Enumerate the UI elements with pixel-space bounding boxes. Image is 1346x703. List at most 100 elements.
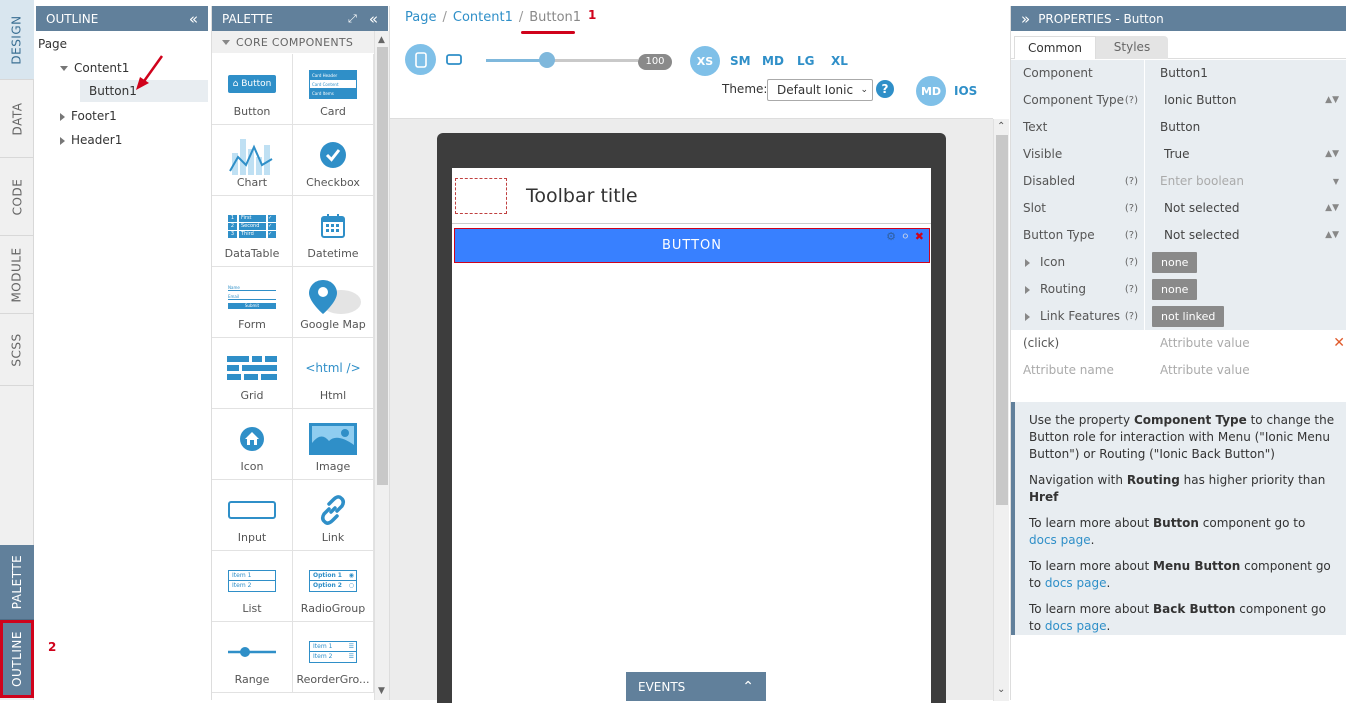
help-q-icon[interactable]: (?) [1125,249,1138,276]
collapse-caret-icon[interactable] [60,136,65,145]
tree-item-footer[interactable]: Footer1 [60,105,117,127]
help-q-icon[interactable]: (?) [1125,195,1138,222]
collapse-panel-icon[interactable]: « [189,10,198,28]
scroll-down-icon[interactable]: ⌄ [997,684,1005,695]
tab-outline[interactable]: OUTLINE [0,620,34,698]
breakpoint-sm[interactable]: SM [730,54,751,68]
palette-item-icon[interactable]: Icon [212,409,293,480]
breadcrumb-page[interactable]: Page [405,10,436,25]
palette-item-range[interactable]: Range [212,622,293,693]
tree-item-page[interactable]: Page [38,33,67,55]
palette-item-grid[interactable]: Grid [212,338,293,409]
palette-item-reordergroup[interactable]: Item 1 ☰ Item 2 ☰ ReorderGro... [293,622,374,693]
scroll-thumb[interactable] [377,47,388,485]
tab-module[interactable]: MODULE [0,236,34,314]
scroll-thumb[interactable] [996,135,1008,505]
docs-link[interactable]: docs page [1045,576,1107,590]
platform-md[interactable]: MD [916,76,946,106]
tree-item-content[interactable]: Content1 [60,57,129,79]
zoom-handle[interactable] [539,52,555,68]
prop-label[interactable]: Link Features (?) [1011,303,1144,330]
palette-item-html[interactable]: <html /> Html [293,338,374,409]
link-features-value[interactable]: not linked [1144,303,1346,330]
visibility-icon[interactable]: ⚪ [901,220,911,253]
component-name-input[interactable]: Button1 [1144,60,1346,87]
icon-value[interactable]: none [1144,249,1346,276]
canvas-scrollbar[interactable]: ⌃ ⌄ [993,119,1009,701]
help-q-icon[interactable]: (?) [1125,222,1138,249]
toolbar-title[interactable]: Toolbar title [526,185,638,207]
scroll-down-icon[interactable]: ▼ [378,686,385,696]
button-type-select[interactable]: Not selected ▲▼ [1144,222,1346,249]
new-attribute-value-input[interactable]: Attribute value [1144,357,1346,384]
text-input[interactable]: Button [1144,114,1346,141]
breakpoint-xs[interactable]: XS [690,46,720,76]
palette-item-image[interactable]: Image [293,409,374,480]
palette-item-button[interactable]: ⌂ Button Button [212,54,293,125]
help-q-icon[interactable]: (?) [1125,168,1138,195]
attribute-value-input[interactable]: Attribute value ✕ [1144,330,1346,357]
help-q-icon[interactable]: (?) [1125,276,1138,303]
expand-caret-icon[interactable] [60,66,68,71]
breadcrumb-content[interactable]: Content1 [453,10,513,25]
platform-ios[interactable]: IOS [954,84,977,98]
settings-icon[interactable]: ⚙ [886,220,897,253]
tab-scss[interactable]: SCSS [0,314,34,386]
tablet-view-button[interactable] [446,54,462,68]
expand-panel-icon[interactable]: » [1021,10,1030,28]
palette-item-link[interactable]: Link [293,480,374,551]
palette-item-list[interactable]: Item 1 Item 2 List [212,551,293,622]
palette-item-checkbox[interactable]: Checkbox [293,125,374,196]
selected-button[interactable]: BUTTON ✖ ⚪ ⚙ [454,228,930,263]
remove-icon[interactable]: ✖ [915,220,925,253]
collapse-caret-icon[interactable] [60,112,65,121]
tab-common[interactable]: Common [1014,36,1096,59]
breakpoint-lg[interactable]: LG [797,54,815,68]
tab-palette[interactable]: PALETTE [0,545,34,620]
palette-item-google-map[interactable]: Google Map [293,267,374,338]
disabled-input[interactable]: Enter boolean ▼ [1144,168,1346,195]
new-attribute-name-input[interactable]: Attribute name [1011,357,1144,384]
theme-select[interactable]: Default Ionic ⌄ [767,79,873,101]
breakpoint-xl[interactable]: XL [831,54,848,68]
component-type-select[interactable]: Ionic Button ▲▼ [1144,87,1346,114]
tab-design[interactable]: DESIGN [0,0,34,80]
palette-item-label: Google Map [300,318,366,331]
toolbar-slot[interactable] [455,178,507,214]
tab-code[interactable]: CODE [0,158,34,236]
scroll-up-icon[interactable]: ▲ [378,35,385,45]
palette-scrollbar[interactable]: ▲ ▼ [374,31,389,700]
expand-icon[interactable]: ⤢ [348,12,357,26]
breakpoint-md[interactable]: MD [762,54,784,68]
events-tab[interactable]: EVENTS ⌃ [626,672,766,701]
palette-item-chart[interactable]: Chart [212,125,293,196]
attribute-name-input[interactable]: (click) [1011,330,1144,357]
tab-styles[interactable]: Styles [1096,36,1168,59]
tab-data[interactable]: DATA [0,80,34,158]
prop-label[interactable]: Icon (?) [1011,249,1144,276]
chevron-down-icon[interactable]: ▼ [1333,168,1339,195]
scroll-up-icon[interactable]: ⌃ [997,121,1005,132]
tree-item-header[interactable]: Header1 [60,129,122,151]
slot-select[interactable]: Not selected ▲▼ [1144,195,1346,222]
docs-link[interactable]: docs page [1029,533,1091,547]
zoom-slider[interactable] [486,52,638,68]
collapse-panel-icon[interactable]: « [369,10,378,28]
palette-item-card[interactable]: Card Header Card Content Card Items Card [293,54,374,125]
toolbar[interactable]: Toolbar title [452,168,931,224]
prop-label[interactable]: Routing (?) [1011,276,1144,303]
visible-select[interactable]: True ▲▼ [1144,141,1346,168]
help-q-icon[interactable]: (?) [1125,303,1138,330]
routing-value[interactable]: none [1144,276,1346,303]
delete-icon[interactable]: ✕ [1333,330,1345,357]
help-icon[interactable]: ? [876,80,894,98]
phone-view-button[interactable] [405,44,436,75]
palette-item-form[interactable]: Name Email Submit Form [212,267,293,338]
palette-item-datetime[interactable]: Datetime [293,196,374,267]
palette-item-datatable[interactable]: 1 First ✓ 2 Second ✓ 3 Third ✓ DataTable [212,196,293,267]
core-components-section[interactable]: CORE COMPONENTS [212,31,374,53]
help-q-icon[interactable]: (?) [1125,87,1138,114]
palette-item-input[interactable]: Input [212,480,293,551]
palette-item-radiogroup[interactable]: Option 1 ◉ Option 2 ○ RadioGroup [293,551,374,622]
docs-link[interactable]: docs page [1045,619,1107,633]
